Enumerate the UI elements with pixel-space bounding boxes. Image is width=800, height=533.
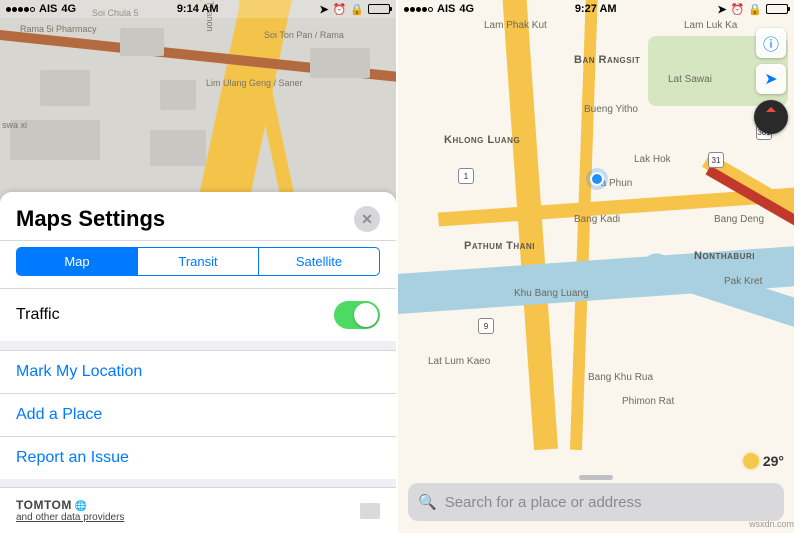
lock-rotation-icon: 🔒 bbox=[350, 3, 364, 16]
tab-transit[interactable]: Transit bbox=[137, 248, 258, 275]
map-type-segmented-control[interactable]: Map Transit Satellite bbox=[16, 247, 380, 276]
temperature-label: 29° bbox=[763, 453, 784, 469]
place-label: Lat Sawai bbox=[668, 74, 712, 85]
place-label: Lak Hok bbox=[634, 154, 671, 165]
tomtom-logo: TOMTOM bbox=[16, 498, 72, 512]
clock-label: 9:27 AM bbox=[575, 3, 617, 15]
other-providers-link[interactable]: and other data providers bbox=[16, 512, 124, 523]
traffic-row: Traffic bbox=[0, 288, 396, 341]
search-bar[interactable]: 🔍 Search for a place or address bbox=[408, 483, 784, 521]
traffic-label: Traffic bbox=[16, 306, 60, 324]
place-label: Khlong Luang bbox=[444, 134, 520, 146]
place-label: Pak Kret bbox=[724, 276, 762, 287]
right-screenshot: Lam Phak Kut Lam Luk Ka Ban Rangsit Lat … bbox=[398, 0, 794, 533]
traffic-toggle[interactable] bbox=[334, 301, 380, 329]
add-a-place-button[interactable]: Add a Place bbox=[0, 393, 396, 436]
tab-map[interactable]: Map bbox=[17, 248, 137, 275]
place-label: Bang Khu Rua bbox=[588, 372, 653, 383]
map-label: Lim Ulang Geng / Saner bbox=[206, 78, 303, 88]
status-bar: AIS 4G 9:27 AM ➤ ⏰ 🔒 bbox=[398, 0, 794, 18]
location-icon: ➤ bbox=[717, 3, 726, 16]
weather-badge[interactable]: 29° bbox=[743, 453, 784, 469]
map-canvas[interactable]: Lam Phak Kut Lam Luk Ka Ban Rangsit Lat … bbox=[398, 0, 794, 533]
location-arrow-icon: ➤ bbox=[764, 69, 777, 89]
tab-satellite[interactable]: Satellite bbox=[258, 248, 379, 275]
info-button[interactable]: ⓘ bbox=[756, 28, 786, 58]
signal-strength-icon bbox=[404, 7, 433, 12]
compass-button[interactable] bbox=[754, 100, 788, 134]
place-label: Phimon Rat bbox=[622, 396, 674, 407]
battery-icon bbox=[766, 4, 788, 14]
carrier-label: AIS bbox=[437, 3, 455, 15]
place-label: Ban Rangsit bbox=[574, 54, 640, 66]
place-label: Bang Deng bbox=[714, 214, 764, 225]
lock-rotation-icon: 🔒 bbox=[748, 3, 762, 16]
place-label: Bueng Yitho bbox=[584, 104, 638, 115]
route-shield: 9 bbox=[478, 318, 494, 334]
maps-settings-sheet: Maps Settings ✕ Map Transit Satellite Tr… bbox=[0, 192, 396, 533]
battery-icon bbox=[368, 4, 390, 14]
globe-icon: 🌐 bbox=[75, 501, 87, 512]
place-label: Nonthaburi bbox=[694, 250, 755, 262]
search-icon: 🔍 bbox=[418, 493, 437, 511]
close-button[interactable]: ✕ bbox=[354, 206, 380, 232]
close-icon: ✕ bbox=[361, 211, 373, 228]
user-location-dot bbox=[590, 172, 604, 186]
sheet-title: Maps Settings bbox=[16, 206, 165, 232]
place-label: Khu Bang Luang bbox=[514, 288, 589, 299]
legal-icon[interactable] bbox=[360, 503, 380, 519]
alarm-icon: ⏰ bbox=[333, 3, 347, 16]
place-label: Lat Lum Kaeo bbox=[428, 356, 490, 367]
network-label: 4G bbox=[459, 3, 474, 15]
signal-strength-icon bbox=[6, 7, 35, 12]
route-shield: 31 bbox=[708, 152, 724, 168]
place-label: Pathum Thani bbox=[464, 240, 535, 252]
place-label: Lam Phak Kut bbox=[484, 20, 547, 31]
left-screenshot: Soi Chula 5 Rama 5i Pharmacy Soi Ton Pan… bbox=[0, 0, 396, 533]
map-label: Rama 5i Pharmacy bbox=[20, 24, 97, 34]
locate-me-button[interactable]: ➤ bbox=[756, 64, 786, 94]
mark-my-location-button[interactable]: Mark My Location bbox=[0, 350, 396, 393]
sun-icon bbox=[743, 453, 759, 469]
carrier-label: AIS bbox=[39, 3, 57, 15]
map-label: Soi Ton Pan / Rama bbox=[264, 30, 344, 40]
search-placeholder: Search for a place or address bbox=[445, 494, 642, 511]
route-shield: 1 bbox=[458, 168, 474, 184]
place-label: Lam Luk Ka bbox=[684, 20, 737, 31]
location-icon: ➤ bbox=[319, 3, 328, 16]
data-providers-row[interactable]: TOMTOM 🌐 and other data providers bbox=[0, 487, 396, 533]
status-bar: AIS 4G 9:14 AM ➤ ⏰ 🔒 bbox=[0, 0, 396, 18]
info-icon: ⓘ bbox=[763, 31, 779, 55]
clock-label: 9:14 AM bbox=[177, 3, 219, 15]
alarm-icon: ⏰ bbox=[731, 3, 745, 16]
sheet-handle[interactable] bbox=[579, 475, 613, 480]
map-label: swa xi bbox=[2, 120, 27, 130]
report-an-issue-button[interactable]: Report an Issue bbox=[0, 436, 396, 479]
watermark: wsxdn.com bbox=[749, 519, 794, 529]
place-label: Bang Kadi bbox=[574, 214, 620, 225]
network-label: 4G bbox=[61, 3, 76, 15]
